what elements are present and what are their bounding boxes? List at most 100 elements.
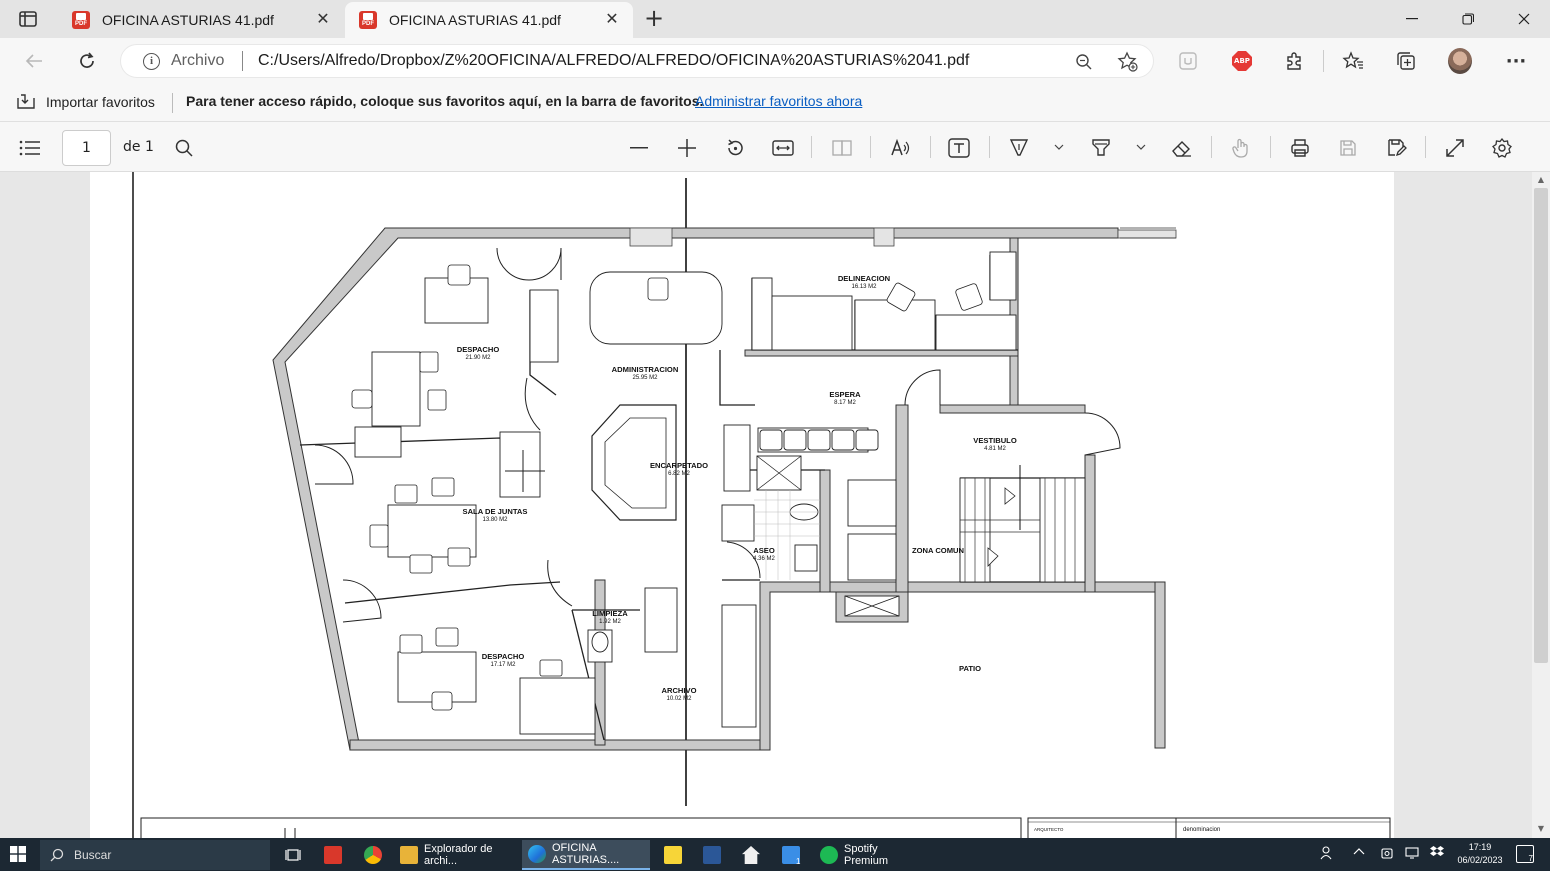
- manage-favorites-link[interactable]: Administrar favoritos ahora: [695, 93, 862, 109]
- edge-taskbar-button[interactable]: OFICINA ASTURIAS....: [522, 840, 650, 870]
- page-total: de 1: [123, 139, 154, 155]
- scrollbar-thumb[interactable]: [1534, 188, 1548, 663]
- room-label: ESPERA: [829, 390, 861, 399]
- room-label: LIMPIEZA: [592, 609, 628, 618]
- room-label: ZONA COMUN: [912, 546, 964, 555]
- minimize-icon: [1406, 18, 1418, 20]
- back-button[interactable]: [18, 45, 50, 77]
- room-area: 13.80 M2: [482, 517, 508, 523]
- new-tab-button[interactable]: +: [640, 6, 668, 32]
- tab-actions-icon: [19, 11, 37, 27]
- add-text-button[interactable]: [946, 135, 972, 161]
- system-clock[interactable]: 17:19 06/02/2023: [1452, 841, 1508, 867]
- print-button[interactable]: [1287, 135, 1313, 161]
- address-bar[interactable]: i Archivo C:/Users/Alfredo/Dropbox/Z%20O…: [120, 44, 1154, 78]
- search-placeholder: Buscar: [74, 848, 112, 862]
- reload-button[interactable]: [71, 45, 103, 77]
- zoom-in-button[interactable]: [674, 135, 700, 161]
- browser-window: PDF OFICINA ASTURIAS 41.pdf ✕ PDF OFICIN…: [0, 0, 1550, 871]
- favorites-star-icon: [1342, 51, 1363, 69]
- page-view-button[interactable]: [829, 135, 855, 161]
- draw-options-dropdown[interactable]: [1054, 142, 1066, 154]
- vertical-scrollbar[interactable]: ▲ ▼: [1532, 172, 1550, 838]
- task-view-button[interactable]: [279, 840, 305, 870]
- scheme-label: Archivo: [171, 52, 225, 69]
- info-icon[interactable]: i: [143, 53, 160, 70]
- touch-write-button[interactable]: [1228, 135, 1254, 161]
- highlight-options-dropdown[interactable]: [1136, 142, 1148, 154]
- room-area: 4.81 M2: [984, 446, 1006, 452]
- profile-button[interactable]: [1448, 48, 1472, 74]
- title-block-denomination-label: denominacion: [1183, 827, 1220, 833]
- notification-center-button[interactable]: 7: [1516, 845, 1534, 863]
- chevron-up-icon[interactable]: [1353, 846, 1365, 861]
- close-icon[interactable]: ✕: [603, 11, 621, 29]
- tab-pdf-active[interactable]: PDF OFICINA ASTURIAS 41.pdf ✕: [345, 2, 633, 38]
- save-button[interactable]: [1335, 135, 1361, 161]
- divider: [930, 136, 931, 158]
- url-text[interactable]: C:/Users/Alfredo/Dropbox/Z%20OFICINA/ALF…: [258, 52, 969, 70]
- maximize-button[interactable]: [1440, 0, 1496, 38]
- tab-title: OFICINA ASTURIAS 41.pdf: [102, 12, 274, 28]
- room-area: 10.02 M2: [666, 696, 692, 702]
- highlight-button[interactable]: [1088, 135, 1114, 161]
- draw-button[interactable]: [1006, 135, 1032, 161]
- fit-page-button[interactable]: [770, 135, 796, 161]
- floor-plan-drawing: ARQUITECTO denominacion DESPACHO 21.90 M…: [132, 172, 1391, 838]
- acrobat-taskbar-button[interactable]: [318, 840, 346, 870]
- tab-title: OFICINA ASTURIAS 41.pdf: [389, 12, 561, 28]
- home-app-taskbar-button[interactable]: [736, 840, 764, 870]
- adblock-extension-button[interactable]: ABP: [1230, 49, 1254, 73]
- divider: [242, 51, 243, 71]
- table-of-contents-button[interactable]: [17, 135, 43, 161]
- mail-taskbar-button[interactable]: 1: [776, 840, 806, 870]
- add-favorite-icon[interactable]: [1117, 51, 1139, 73]
- minimize-button[interactable]: [1384, 0, 1440, 38]
- windows-logo-icon: [10, 846, 26, 862]
- rotate-button[interactable]: [722, 135, 748, 161]
- spotify-taskbar-button[interactable]: Spotify Premium: [814, 840, 924, 870]
- close-icon[interactable]: ✕: [314, 11, 332, 29]
- plus-icon: [678, 139, 696, 157]
- pdf-viewport[interactable]: ARQUITECTO denominacion DESPACHO 21.90 M…: [0, 172, 1550, 838]
- save-as-button[interactable]: [1384, 135, 1410, 161]
- erase-button[interactable]: [1169, 135, 1195, 161]
- word-taskbar-button[interactable]: [697, 840, 725, 870]
- extensions-button[interactable]: [1282, 49, 1306, 73]
- page-number-input[interactable]: 1: [62, 130, 111, 166]
- taskbar-search-input[interactable]: Buscar: [40, 840, 270, 870]
- people-icon[interactable]: [1320, 846, 1334, 863]
- tab-actions-button[interactable]: [12, 6, 44, 32]
- favorites-button[interactable]: [1341, 49, 1365, 73]
- full-screen-button[interactable]: [1442, 135, 1468, 161]
- settings-menu-button[interactable]: ···: [1504, 49, 1528, 73]
- zoom-out-button[interactable]: [626, 135, 652, 161]
- text-box-icon: [948, 138, 970, 158]
- hand-icon: [1232, 138, 1248, 158]
- find-button[interactable]: [171, 135, 197, 161]
- read-aloud-button[interactable]: [888, 135, 914, 161]
- camera-icon[interactable]: [1380, 846, 1394, 863]
- explorer-taskbar-button[interactable]: Explorador de archi...: [394, 840, 516, 870]
- acrobat-icon: [324, 846, 342, 864]
- sticky-notes-taskbar-button[interactable]: [658, 840, 686, 870]
- room-label: VESTIBULO: [973, 436, 1017, 445]
- close-window-button[interactable]: [1496, 0, 1550, 38]
- chrome-taskbar-button[interactable]: [358, 840, 386, 870]
- collections-button[interactable]: [1394, 49, 1418, 73]
- tab-pdf-inactive[interactable]: PDF OFICINA ASTURIAS 41.pdf ✕: [58, 2, 344, 38]
- scroll-down-icon[interactable]: ▼: [1536, 824, 1546, 834]
- divider: [1270, 136, 1271, 158]
- pen-icon: [1009, 139, 1029, 156]
- pdf-settings-button[interactable]: [1489, 135, 1515, 161]
- read-aloud-icon: [891, 139, 910, 156]
- zoom-icon[interactable]: [1073, 51, 1095, 73]
- collections-extension-button[interactable]: [1176, 49, 1200, 73]
- home-icon: [742, 846, 760, 864]
- start-button[interactable]: [10, 846, 26, 867]
- dropbox-icon[interactable]: [1430, 846, 1444, 861]
- display-icon[interactable]: [1405, 846, 1419, 863]
- save-as-icon: [1388, 139, 1407, 157]
- import-favorites-button[interactable]: Importar favoritos: [16, 93, 155, 111]
- scroll-up-icon[interactable]: ▲: [1536, 175, 1546, 185]
